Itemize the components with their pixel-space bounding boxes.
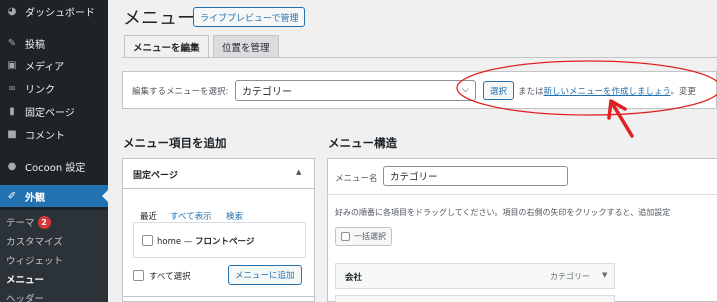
sidebar-item-media[interactable]: ▣ メディア <box>0 54 108 76</box>
drag-instructions: 好みの順番に各項目をドラッグしてください。項目の右側の矢印をクリックすると、追加… <box>335 208 671 217</box>
menu-structure-heading: メニュー構造 <box>328 136 397 150</box>
panel-divider <box>122 296 315 297</box>
appearance-icon: ✐ <box>7 190 17 202</box>
menu-name-input[interactable]: カテゴリー <box>383 166 568 186</box>
tab-edit-menus[interactable]: メニューを編集 <box>124 35 209 57</box>
submenu-label: ヘッダー <box>6 294 45 302</box>
sidebar-item-comments[interactable]: ■ コメント <box>0 123 108 145</box>
add-menu-items-heading: メニュー項目を追加 <box>123 136 227 150</box>
page-icon: ▮ <box>9 105 15 117</box>
menu-select-label: 編集するメニューを選択: <box>132 87 229 97</box>
chevron-down-icon: ⌵ <box>462 85 469 95</box>
dashboard-icon: ◕ <box>7 5 17 17</box>
structure-divider <box>327 194 717 195</box>
menu-select-value: カテゴリー <box>242 87 292 98</box>
sidebar-item-label: Cocoon 設定 <box>25 162 86 174</box>
tab-search[interactable]: 検索 <box>226 210 243 222</box>
home-page-label: home — フロントページ <box>157 235 254 247</box>
live-preview-button[interactable]: ライブプレビューで管理 <box>193 7 306 27</box>
collapse-arrow-icon[interactable]: ▲ <box>296 168 301 176</box>
sidebar-item-cocoon[interactable]: ● Cocoon 設定 <box>0 155 108 177</box>
sidebar-item-label: 固定ページ <box>25 107 75 119</box>
suffix-text: 。変更 <box>670 87 697 97</box>
or-text: または <box>518 87 544 97</box>
page-title: メニュー <box>123 8 195 29</box>
cocoon-icon: ● <box>7 160 17 172</box>
create-new-menu-link[interactable]: 新しいメニューを作成しましょう <box>544 87 671 97</box>
select-all-label: すべて選択 <box>149 272 191 282</box>
menu-item-type: カテゴリー <box>550 272 590 281</box>
tab-view-all[interactable]: すべて表示 <box>170 210 212 222</box>
expand-arrow-icon[interactable]: ▼ <box>602 271 607 279</box>
sidebar-item-links[interactable]: ∞ リンク <box>0 77 108 99</box>
page-state: フロントページ <box>195 237 255 247</box>
select-button[interactable]: 選択 <box>483 81 515 100</box>
add-to-menu-button[interactable]: メニューに追加 <box>228 265 302 285</box>
sidebar-item-posts[interactable]: ✎ 投稿 <box>0 32 108 54</box>
active-indicator <box>102 190 108 202</box>
menu-item-title: 会社 <box>345 273 363 283</box>
home-page-checkbox[interactable] <box>142 235 153 246</box>
page-slug: home — <box>157 237 196 247</box>
tab-recent[interactable]: 最近 <box>140 210 157 222</box>
sidebar-item-label: メディア <box>25 61 65 73</box>
sidebar-item-label: リンク <box>25 84 55 96</box>
submenu-label: メニュー <box>6 275 45 286</box>
submenu-label: ウィジェット <box>6 256 64 267</box>
submenu-menus[interactable]: メニュー <box>0 270 108 288</box>
sidebar-item-label: 投稿 <box>25 39 45 51</box>
sidebar-item-label: コメント <box>25 130 65 142</box>
menu-select-dropdown[interactable]: カテゴリー ⌵ <box>235 80 476 101</box>
sidebar-item-label: 外観 <box>25 192 45 204</box>
submenu-header[interactable]: ヘッダー <box>0 289 108 302</box>
sidebar-item-label: ダッシュボード <box>25 7 95 19</box>
comment-icon: ■ <box>7 128 17 140</box>
submenu-customize[interactable]: カスタマイズ <box>0 232 108 250</box>
sidebar-item-appearance[interactable]: ✐ 外観 <box>0 185 108 207</box>
submenu-label: テーマ <box>6 218 35 229</box>
create-menu-text: または新しいメニューを作成しましょう。変更 <box>518 85 696 97</box>
tab-divider <box>122 57 717 58</box>
submenu-widgets[interactable]: ウィジェット <box>0 251 108 269</box>
menu-item[interactable] <box>335 295 615 302</box>
menu-name-label: メニュー名 <box>335 174 378 184</box>
update-count-badge: 2 <box>37 215 51 229</box>
pages-panel-title: 固定ページ <box>133 171 178 181</box>
select-all-checkbox[interactable] <box>133 270 144 281</box>
pushpin-icon: ✎ <box>7 37 17 49</box>
sidebar-item-pages[interactable]: ▮ 固定ページ <box>0 100 108 122</box>
bulk-select-checkbox <box>341 232 350 241</box>
sidebar-item-dashboard[interactable]: ◕ ダッシュボード <box>0 0 108 22</box>
submenu-label: カスタマイズ <box>6 237 63 248</box>
bulk-select-button[interactable]: 一括選択 <box>335 227 392 246</box>
submenu-themes[interactable]: テーマ 2 <box>0 213 108 231</box>
media-icon: ▣ <box>7 59 17 71</box>
tab-manage-locations[interactable]: 位置を管理 <box>213 35 279 57</box>
bulk-select-label: 一括選択 <box>354 232 386 241</box>
link-icon: ∞ <box>7 82 17 94</box>
